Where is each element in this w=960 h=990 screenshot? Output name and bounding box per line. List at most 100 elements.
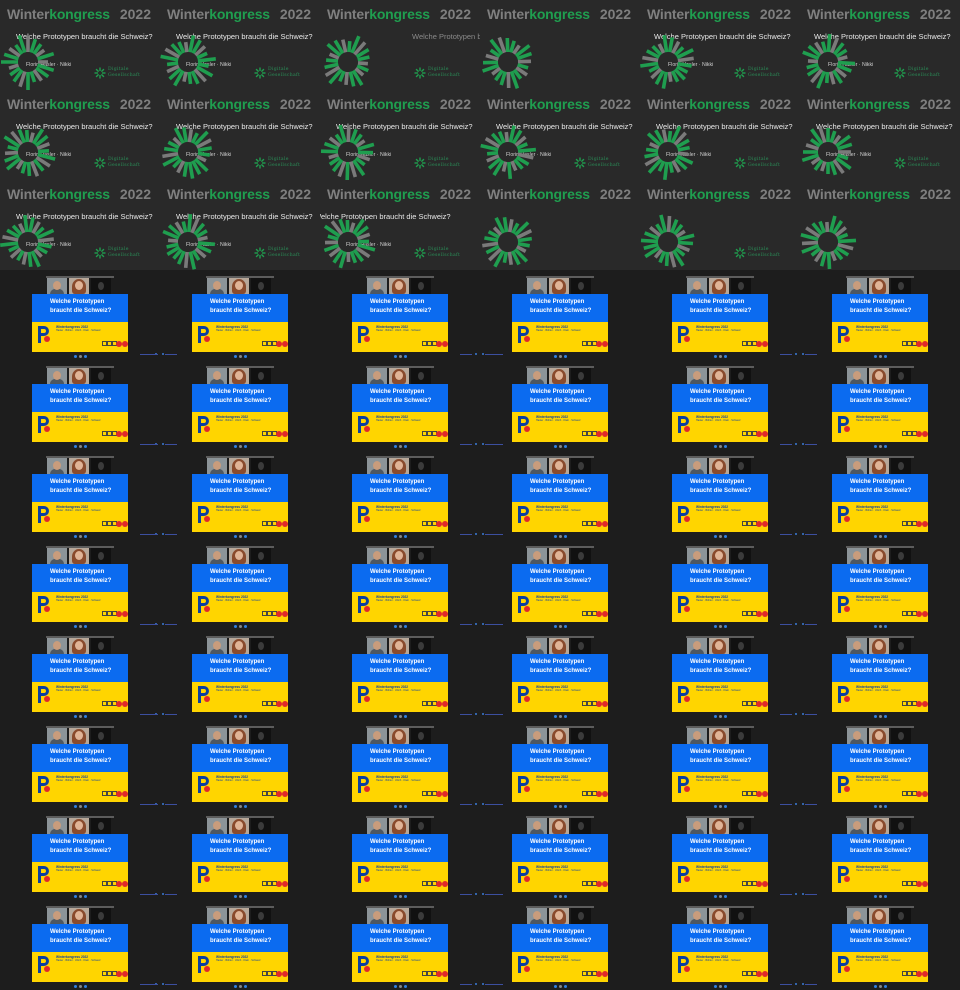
leave-icon-2[interactable] <box>922 701 928 707</box>
participant-video-3[interactable] <box>571 548 591 564</box>
page-dot[interactable] <box>554 985 557 988</box>
page-dot[interactable] <box>239 445 242 448</box>
participant-video-2[interactable] <box>549 818 569 834</box>
participant-video-3[interactable] <box>571 368 591 384</box>
page-dot[interactable] <box>559 895 562 898</box>
leave-icon-2[interactable] <box>442 701 448 707</box>
page-dot[interactable] <box>724 535 727 538</box>
participant-video-1[interactable] <box>847 548 867 564</box>
page-dot[interactable] <box>399 625 402 628</box>
page-dot[interactable] <box>884 625 887 628</box>
participant-video-3[interactable] <box>891 728 911 744</box>
page-dot[interactable] <box>244 985 247 988</box>
participant-video-1[interactable] <box>207 728 227 744</box>
page-dot[interactable] <box>884 355 887 358</box>
page-dot[interactable] <box>559 535 562 538</box>
participant-video-1[interactable] <box>527 818 547 834</box>
participant-video-2[interactable] <box>389 548 409 564</box>
page-dot[interactable] <box>394 535 397 538</box>
page-dot[interactable] <box>874 535 877 538</box>
leave-icon-2[interactable] <box>762 971 768 977</box>
page-dot[interactable] <box>404 355 407 358</box>
participant-video-1[interactable] <box>527 458 547 474</box>
page-dot[interactable] <box>879 895 882 898</box>
participant-video-2[interactable] <box>389 638 409 654</box>
page-dot[interactable] <box>234 535 237 538</box>
page-dot[interactable] <box>559 715 562 718</box>
page-dot[interactable] <box>874 445 877 448</box>
participant-video-3[interactable] <box>731 728 751 744</box>
page-dot[interactable] <box>394 445 397 448</box>
participant-video-3[interactable] <box>91 548 111 564</box>
participant-video-1[interactable] <box>367 908 387 924</box>
participant-video-1[interactable] <box>687 368 707 384</box>
leave-icon-2[interactable] <box>442 521 448 527</box>
participant-video-3[interactable] <box>731 818 751 834</box>
leave-icon-2[interactable] <box>602 611 608 617</box>
participant-video-2[interactable] <box>549 728 569 744</box>
page-dot[interactable] <box>239 715 242 718</box>
page-dot[interactable] <box>719 805 722 808</box>
page-dot[interactable] <box>724 625 727 628</box>
participant-video-2[interactable] <box>869 548 889 564</box>
participant-video-3[interactable] <box>411 548 431 564</box>
participant-video-3[interactable] <box>411 728 431 744</box>
page-dot[interactable] <box>244 625 247 628</box>
page-dot[interactable] <box>564 895 567 898</box>
participant-video-1[interactable] <box>207 638 227 654</box>
leave-icon-2[interactable] <box>122 701 128 707</box>
participant-video-2[interactable] <box>709 278 729 294</box>
page-dot[interactable] <box>719 895 722 898</box>
participant-video-2[interactable] <box>869 458 889 474</box>
page-dot[interactable] <box>79 715 82 718</box>
participant-video-2[interactable] <box>229 368 249 384</box>
page-dot[interactable] <box>79 625 82 628</box>
leave-icon-2[interactable] <box>122 431 128 437</box>
participant-video-1[interactable] <box>367 458 387 474</box>
page-dot[interactable] <box>874 805 877 808</box>
page-dot[interactable] <box>79 355 82 358</box>
participant-video-3[interactable] <box>731 368 751 384</box>
page-dot[interactable] <box>399 715 402 718</box>
page-dot[interactable] <box>564 535 567 538</box>
leave-icon-2[interactable] <box>602 791 608 797</box>
page-dot[interactable] <box>239 895 242 898</box>
participant-video-2[interactable] <box>869 278 889 294</box>
participant-video-3[interactable] <box>731 458 751 474</box>
page-dot[interactable] <box>884 985 887 988</box>
participant-video-2[interactable] <box>69 728 89 744</box>
participant-video-2[interactable] <box>69 278 89 294</box>
participant-video-2[interactable] <box>69 638 89 654</box>
page-dot[interactable] <box>394 715 397 718</box>
page-dot[interactable] <box>554 625 557 628</box>
leave-icon-2[interactable] <box>122 971 128 977</box>
leave-icon-2[interactable] <box>762 341 768 347</box>
participant-video-2[interactable] <box>389 278 409 294</box>
participant-video-1[interactable] <box>207 458 227 474</box>
participant-video-1[interactable] <box>47 368 67 384</box>
leave-icon-2[interactable] <box>922 341 928 347</box>
page-dot[interactable] <box>879 715 882 718</box>
page-dot[interactable] <box>879 805 882 808</box>
leave-icon-2[interactable] <box>122 881 128 887</box>
page-dot[interactable] <box>84 895 87 898</box>
page-dot[interactable] <box>74 445 77 448</box>
page-dot[interactable] <box>84 985 87 988</box>
page-dot[interactable] <box>239 985 242 988</box>
page-dot[interactable] <box>404 985 407 988</box>
page-dot[interactable] <box>74 625 77 628</box>
leave-icon-2[interactable] <box>282 611 288 617</box>
participant-video-1[interactable] <box>847 908 867 924</box>
participant-video-3[interactable] <box>251 458 271 474</box>
page-dot[interactable] <box>719 355 722 358</box>
participant-video-1[interactable] <box>207 908 227 924</box>
page-dot[interactable] <box>714 535 717 538</box>
participant-video-2[interactable] <box>229 278 249 294</box>
page-dot[interactable] <box>884 715 887 718</box>
participant-video-1[interactable] <box>367 368 387 384</box>
participant-video-3[interactable] <box>571 728 591 744</box>
participant-video-3[interactable] <box>891 278 911 294</box>
page-dot[interactable] <box>244 805 247 808</box>
page-dot[interactable] <box>79 985 82 988</box>
participant-video-2[interactable] <box>229 548 249 564</box>
